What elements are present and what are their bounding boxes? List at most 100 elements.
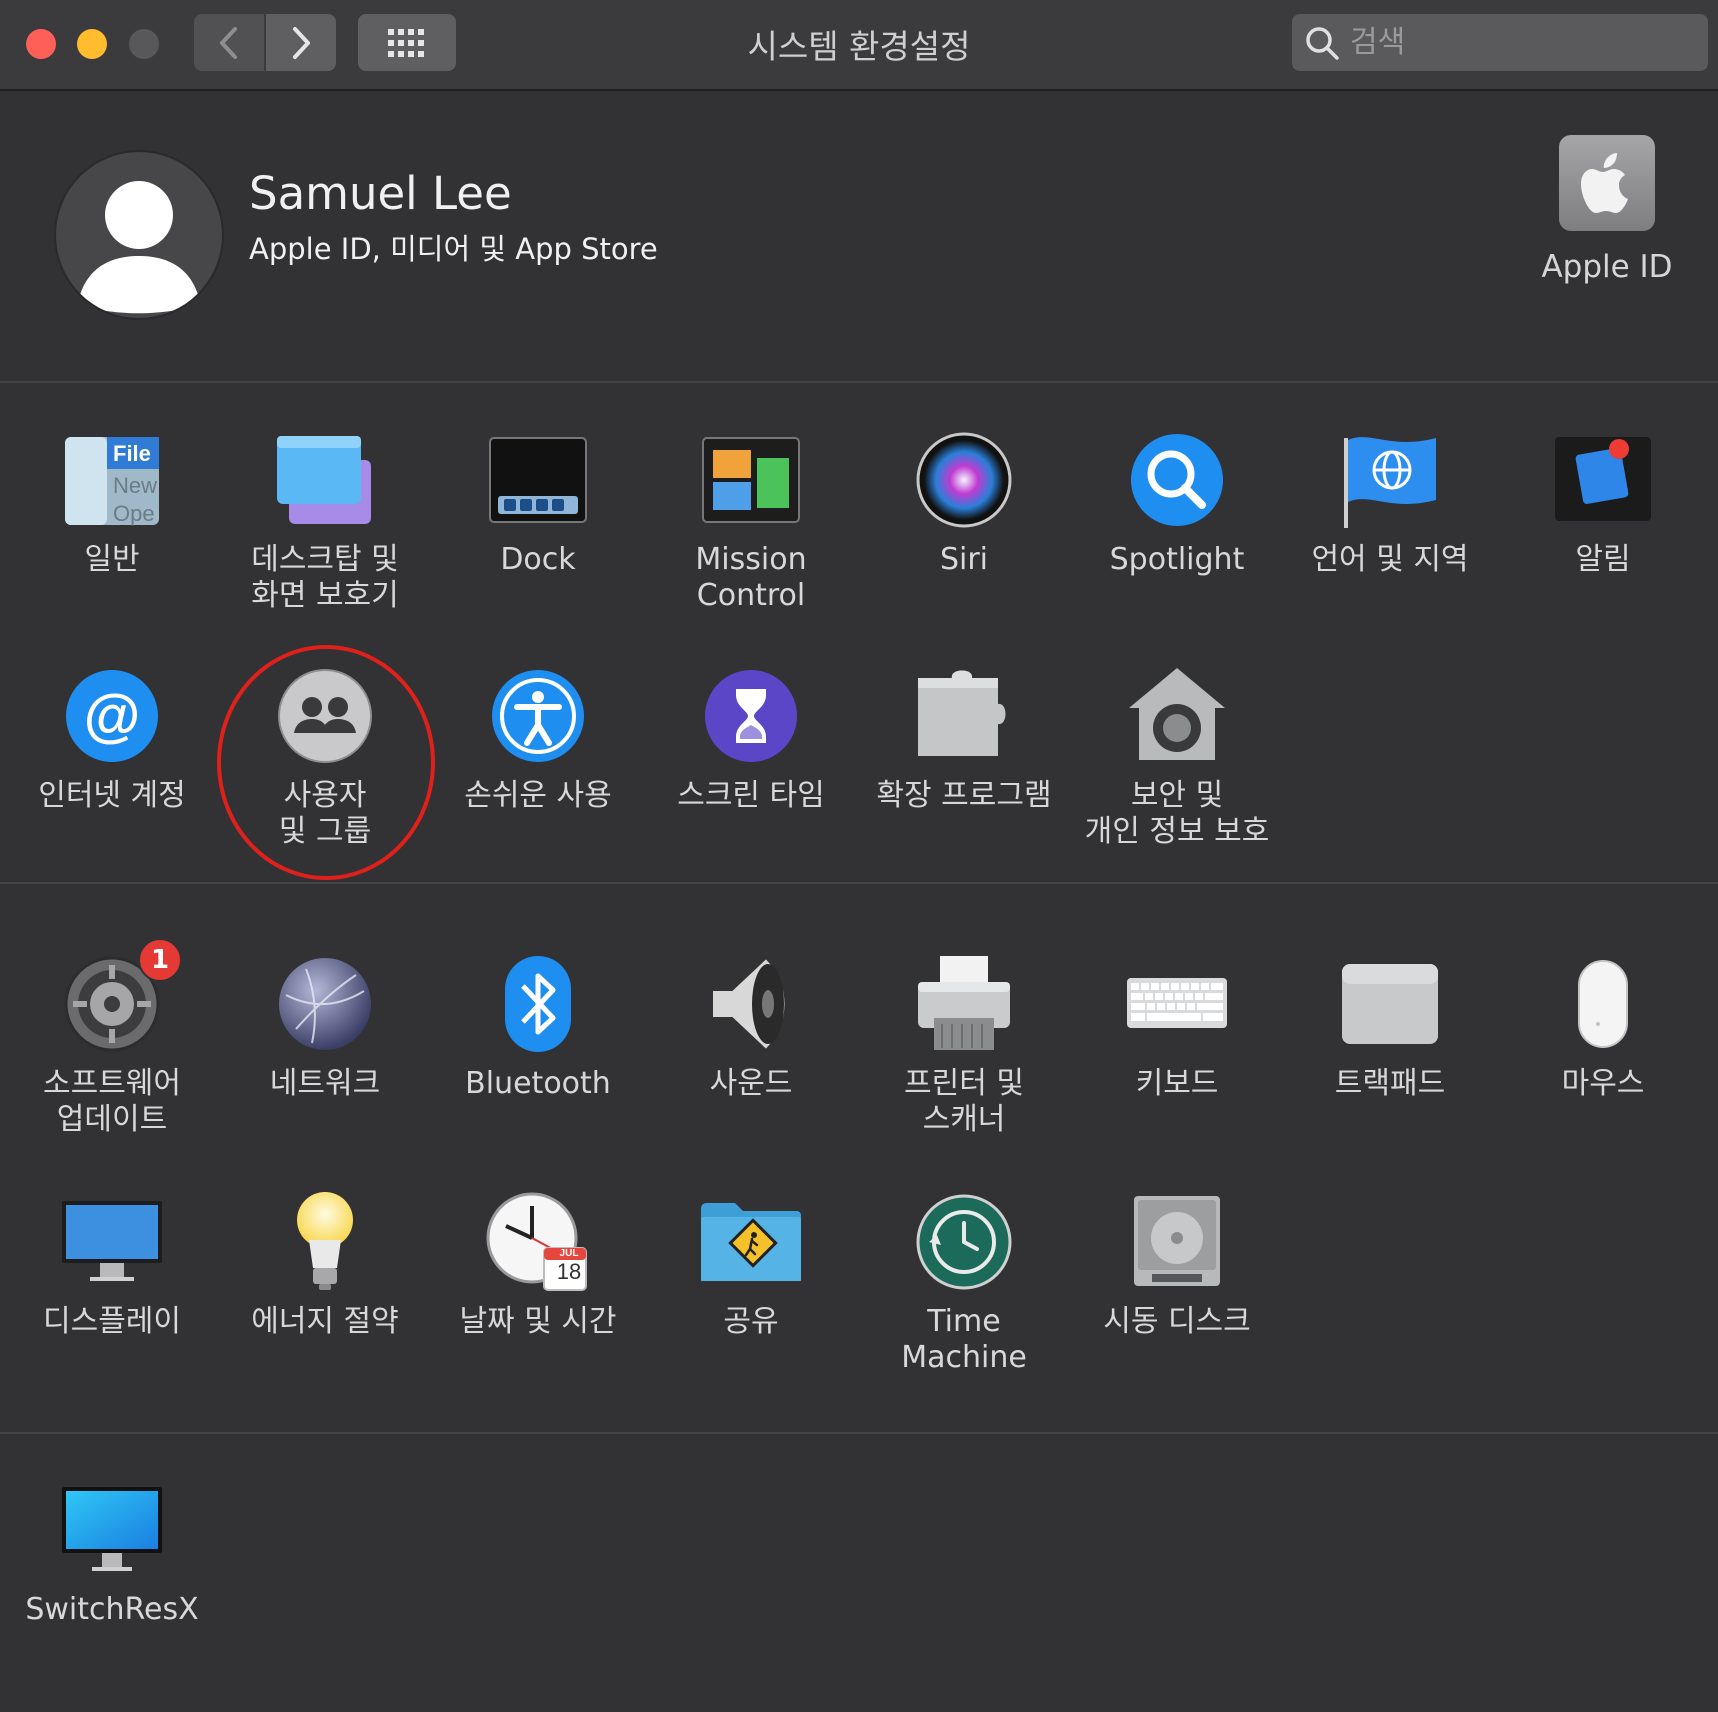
pref-network[interactable]: 네트워크	[225, 952, 425, 1102]
software-update-icon: 1	[60, 938, 182, 1056]
pref-label: 인터넷 계정	[38, 778, 186, 813]
pref-date-time[interactable]: JUL 18 날짜 및 시간	[438, 1190, 638, 1340]
search-icon	[1306, 26, 1339, 60]
pref-label: 사운드	[709, 1066, 793, 1101]
calendar-day: 18	[556, 1259, 582, 1284]
displays-icon	[60, 1190, 164, 1294]
pref-startup-disk[interactable]: 시동 디스크	[1077, 1190, 1277, 1340]
pref-label: 날짜 및 시간	[459, 1304, 617, 1339]
pref-siri[interactable]: Siri	[864, 428, 1064, 578]
pref-label: 프린터 및 스캐너	[904, 1066, 1024, 1137]
section-divider	[0, 381, 1718, 383]
pref-label: 시동 디스크	[1103, 1304, 1251, 1339]
pref-bluetooth[interactable]: Bluetooth	[438, 952, 638, 1102]
extensions-icon	[912, 664, 1016, 768]
pref-label: Dock	[500, 542, 576, 577]
pref-notifications[interactable]: 알림	[1503, 428, 1703, 578]
pref-software-update[interactable]: 1 소프트웨어 업데이트	[12, 938, 212, 1138]
search-input[interactable]	[1350, 25, 1690, 60]
sound-icon	[699, 952, 803, 1056]
account-subtitle[interactable]: Apple ID, 미디어 및 App Store	[249, 226, 658, 268]
sharing-icon	[699, 1190, 803, 1294]
window-titlebar: 시스템 환경설정	[0, 0, 1718, 91]
svg-text:File: File	[113, 441, 151, 466]
apple-id-label: Apple ID	[1541, 249, 1673, 285]
pref-label: 마우스	[1561, 1066, 1645, 1101]
pref-label: Spotlight	[1109, 542, 1245, 577]
pref-spotlight[interactable]: Spotlight	[1077, 428, 1277, 578]
date-time-icon: JUL 18	[486, 1190, 590, 1294]
calendar-month: JUL	[559, 1248, 579, 1259]
pref-label: 스크린 타임	[677, 778, 825, 813]
apple-logo-icon	[1559, 135, 1655, 231]
avatar[interactable]	[54, 150, 224, 320]
pref-label: 디스플레이	[43, 1304, 181, 1339]
energy-saver-icon	[273, 1190, 377, 1294]
keyboard-icon	[1125, 952, 1229, 1056]
spotlight-icon	[1125, 428, 1229, 532]
pref-label: 네트워크	[269, 1066, 381, 1101]
pref-users-groups[interactable]: 사용자 및 그룹	[225, 664, 425, 850]
pref-security-privacy[interactable]: 보안 및 개인 정보 보호	[1077, 664, 1277, 850]
network-icon	[273, 952, 377, 1056]
pref-label: 에너지 절약	[251, 1304, 399, 1339]
svg-text:@: @	[84, 683, 141, 748]
mouse-icon	[1551, 952, 1655, 1056]
search-field[interactable]	[1292, 14, 1708, 71]
pref-time-machine[interactable]: Time Machine	[864, 1190, 1064, 1376]
pref-internet-accounts[interactable]: @ 인터넷 계정	[12, 664, 212, 814]
pref-desktop-screensaver[interactable]: 데스크탑 및 화면 보호기	[225, 428, 425, 614]
pref-mouse[interactable]: 마우스	[1503, 952, 1703, 1102]
apple-id-pane[interactable]: Apple ID	[1540, 131, 1674, 285]
pref-general[interactable]: File New Ope 일반	[12, 428, 212, 578]
pref-label: 확장 프로그램	[876, 778, 1052, 813]
pref-sound[interactable]: 사운드	[651, 952, 851, 1102]
screen-time-icon	[699, 664, 803, 768]
pref-label: Siri	[939, 542, 989, 577]
pref-mission-control[interactable]: Mission Control	[651, 428, 851, 614]
printers-scanners-icon	[912, 952, 1016, 1056]
users-groups-icon	[273, 664, 377, 768]
time-machine-icon	[912, 1190, 1016, 1294]
mission-control-icon	[699, 428, 803, 532]
notifications-icon	[1551, 428, 1655, 532]
pref-label: Time Machine	[901, 1304, 1027, 1375]
pref-label: 소프트웨어 업데이트	[43, 1066, 181, 1137]
user-silhouette-icon	[78, 181, 200, 314]
pref-energy-saver[interactable]: 에너지 절약	[225, 1190, 425, 1340]
pref-label: 언어 및 지역	[1311, 542, 1469, 577]
pref-extensions[interactable]: 확장 프로그램	[864, 664, 1064, 814]
dock-icon	[486, 428, 590, 532]
switchresx-icon	[60, 1478, 164, 1582]
pref-switchresx[interactable]: SwitchResX	[12, 1478, 212, 1628]
pref-label: Bluetooth	[465, 1066, 611, 1101]
section-divider	[0, 882, 1718, 884]
update-count-badge: 1	[138, 938, 182, 982]
pref-label: 손쉬운 사용	[464, 778, 612, 813]
pref-sharing[interactable]: 공유	[651, 1190, 851, 1340]
pref-label: 알림	[1575, 542, 1631, 577]
pref-trackpad[interactable]: 트랙패드	[1290, 952, 1490, 1102]
pref-keyboard[interactable]: 키보드	[1077, 952, 1277, 1102]
language-region-icon	[1338, 428, 1442, 532]
pref-label: 트랙패드	[1334, 1066, 1446, 1101]
svg-text:New: New	[113, 473, 157, 498]
pref-label: 사용자 및 그룹	[278, 778, 372, 849]
startup-disk-icon	[1125, 1190, 1229, 1294]
accessibility-icon	[486, 664, 590, 768]
pref-label: 키보드	[1135, 1066, 1219, 1101]
desktop-screensaver-icon	[273, 428, 377, 532]
pref-dock[interactable]: Dock	[438, 428, 638, 578]
account-name[interactable]: Samuel Lee	[249, 167, 512, 220]
svg-text:Ope: Ope	[113, 501, 155, 526]
pref-printers-scanners[interactable]: 프린터 및 스캐너	[864, 952, 1064, 1138]
pref-displays[interactable]: 디스플레이	[12, 1190, 212, 1340]
pref-accessibility[interactable]: 손쉬운 사용	[438, 664, 638, 814]
pref-screen-time[interactable]: 스크린 타임	[651, 664, 851, 814]
security-privacy-icon	[1125, 664, 1229, 768]
trackpad-icon	[1338, 952, 1442, 1056]
bluetooth-icon	[486, 952, 590, 1056]
pref-language-region[interactable]: 언어 및 지역	[1290, 428, 1490, 578]
pref-label: SwitchResX	[25, 1592, 199, 1627]
pref-label: 데스크탑 및 화면 보호기	[251, 542, 399, 613]
